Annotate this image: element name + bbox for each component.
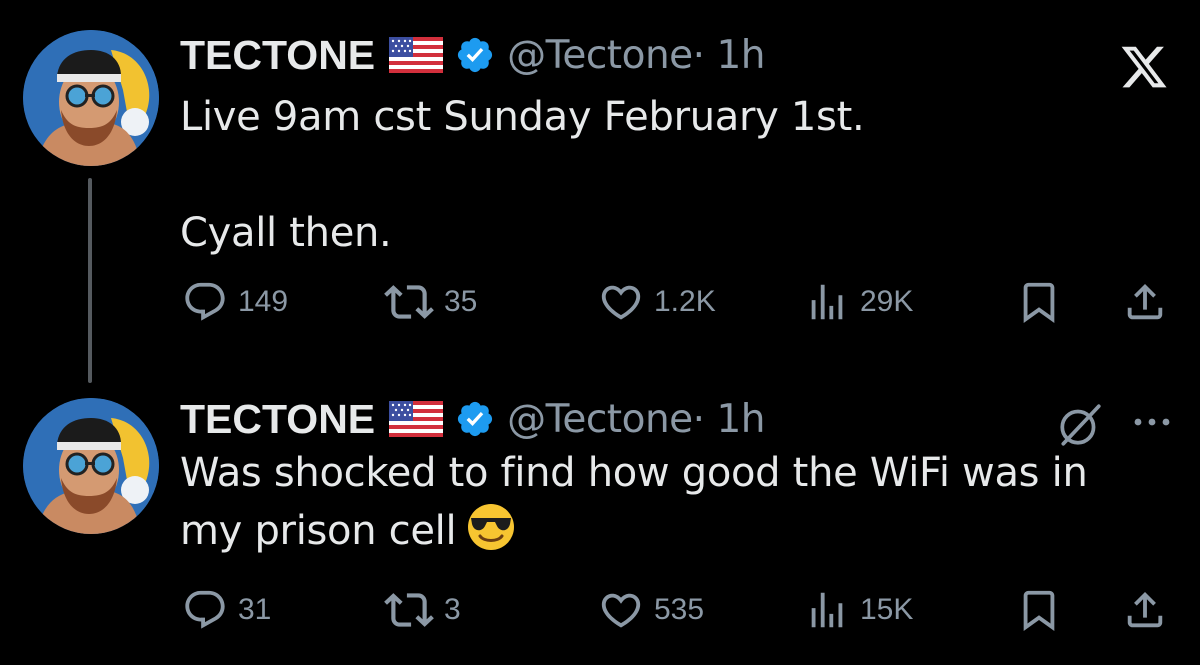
share-icon [1127,283,1163,320]
repost-button[interactable]: 3 [384,585,461,635]
bookmark-icon [1023,590,1055,631]
like-button[interactable]: 1.2K [598,277,716,327]
reply-button[interactable]: 149 [182,277,288,327]
handle[interactable]: @Tectone [507,33,693,78]
us-flag-icon [389,401,444,437]
views-chart-icon [811,592,843,628]
timestamp[interactable]: · 1h [693,33,766,78]
like-count: 535 [654,593,705,626]
heart-icon [601,593,641,628]
views-button[interactable]: 15K [804,585,913,635]
tweet-actions: 31 3 535 15K [0,585,1200,635]
reply-count: 149 [238,285,289,318]
reply-icon [185,590,225,629]
bookmark-icon [1023,282,1055,323]
display-name[interactable]: TECTONE [180,396,375,443]
heart-icon [601,285,641,320]
share-button[interactable] [1122,277,1168,327]
repost-button[interactable]: 35 [384,277,477,327]
tweet-text: Live 9am cst Sunday February 1st. Cyall … [180,94,865,256]
bookmark-button[interactable] [1016,585,1062,635]
more-options-icon[interactable] [1132,412,1172,432]
tweet[interactable]: TECTONE @Tectone [0,390,1200,665]
handle[interactable]: @Tectone [507,397,693,442]
avatar-image [23,398,159,534]
views-chart-icon [811,284,843,320]
tweet[interactable]: TECTONE @Tectone [0,0,1200,390]
like-button[interactable]: 535 [598,585,704,635]
bookmark-button[interactable] [1016,277,1062,327]
reply-icon [185,282,225,321]
like-count: 1.2K [654,285,716,318]
tweet-text-content: Was shocked to find how good the WiFi wa… [180,450,1088,554]
timestamp[interactable]: · 1h [693,397,766,442]
tweet-text: Was shocked to find how good the WiFi wa… [180,444,1140,560]
us-flag-icon [389,37,444,73]
avatar[interactable] [23,398,159,534]
share-button[interactable] [1122,585,1168,635]
view-count: 29K [860,285,914,318]
tweet-header: TECTONE @Tectone · 1h [180,394,765,444]
x-logo-icon[interactable] [1118,42,1170,92]
smiling-face-with-sunglasses-emoji [466,502,516,552]
reply-count: 31 [238,593,272,626]
verified-badge-icon[interactable] [455,399,495,439]
repost-count: 3 [444,593,461,626]
grok-icon[interactable] [1055,400,1105,450]
repost-icon [384,285,434,319]
views-button[interactable]: 29K [804,277,913,327]
tweet-actions: 149 35 1.2K 29K [0,277,1200,327]
tweet-header: TECTONE @Tectone · 1h [180,30,765,80]
repost-count: 35 [444,285,478,318]
share-icon [1127,591,1163,628]
display-name[interactable]: TECTONE [180,32,375,79]
avatar[interactable] [23,30,159,166]
reply-button[interactable]: 31 [182,585,271,635]
repost-icon [384,593,434,627]
verified-badge-icon[interactable] [455,35,495,75]
avatar-image [23,30,159,166]
view-count: 15K [860,593,914,626]
